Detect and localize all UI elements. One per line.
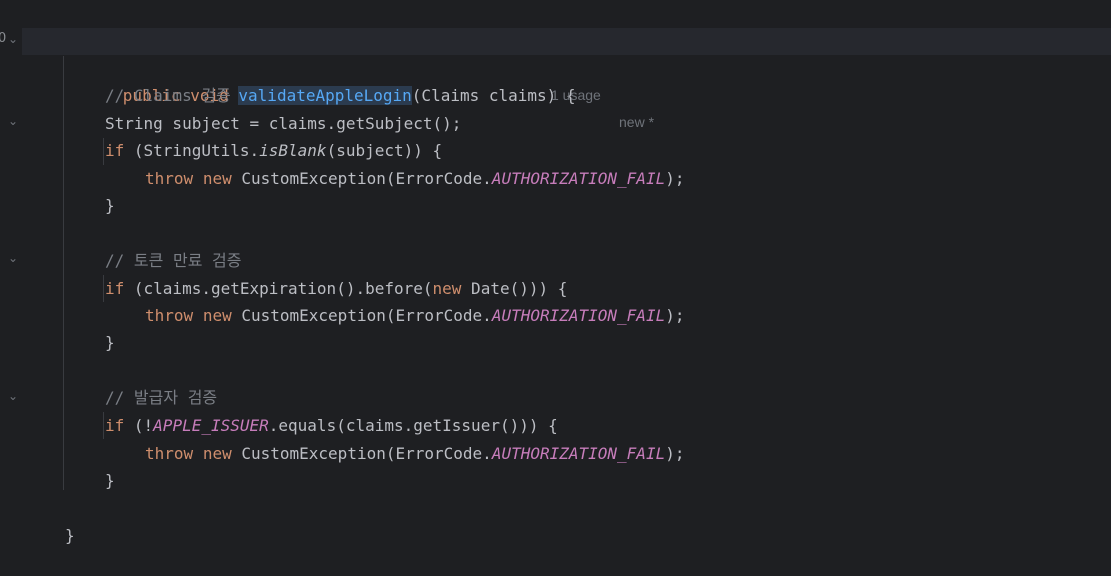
brace: } [105, 333, 115, 352]
brace: } [105, 196, 115, 215]
fold-chevron-icon[interactable]: ⌄ [6, 32, 20, 46]
code-line[interactable]: if (!APPLE_ISSUER.equals(claims.getIssue… [22, 385, 1111, 435]
code-line[interactable]: } [22, 440, 1111, 490]
code-line[interactable]: if (StringUtils.isBlank(subject)) { [22, 110, 1111, 160]
code-line[interactable]: if (claims.getExpiration().before(new Da… [22, 248, 1111, 298]
fold-chevron-icon[interactable]: ⌄ [6, 389, 20, 403]
code-line-signature[interactable]: public void validateAppleLogin(Claims cl… [22, 28, 1111, 130]
code-line[interactable]: // 토큰 만료 검증 [22, 220, 1111, 270]
brace: } [105, 471, 115, 490]
editor-gutter: 0 ⌄ ⌄ ⌄ ⌄ [0, 0, 22, 546]
code-line[interactable]: } [22, 165, 1111, 215]
code-line[interactable]: String subject = claims.getSubject(); [22, 83, 1111, 133]
fold-chevron-icon[interactable]: ⌄ [6, 114, 20, 128]
code-line[interactable]: throw new CustomException(ErrorCode.AUTH… [22, 138, 1111, 188]
code-line[interactable]: } [22, 302, 1111, 352]
brace: } [65, 526, 75, 545]
code-line[interactable]: // 발급자 검증 [22, 357, 1111, 407]
code-editor[interactable]: public void validateAppleLogin(Claims cl… [22, 0, 1111, 546]
code-line[interactable]: throw new CustomException(ErrorCode.AUTH… [22, 275, 1111, 325]
code-line[interactable]: // Claims 검증 [22, 55, 1111, 105]
fold-chevron-icon[interactable]: ⌄ [6, 251, 20, 265]
code-line[interactable]: } [22, 495, 1111, 545]
code-line[interactable]: throw new CustomException(ErrorCode.AUTH… [22, 413, 1111, 463]
